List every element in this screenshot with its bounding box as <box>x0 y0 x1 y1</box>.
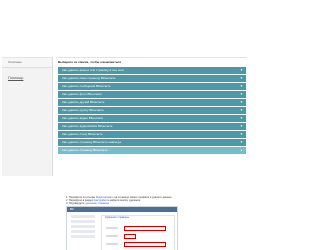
accordion-item-label: Как удалить вопрос или страницу в соц се… <box>62 68 124 72</box>
accordion-item-label: Как удалить сообщения ВКонтакте <box>62 84 111 88</box>
page-title: Выберите из списка, чтобы ознакомиться <box>56 57 247 67</box>
sidebar-header: Описание <box>2 58 52 68</box>
chevron-up-icon: ▲ <box>240 148 243 152</box>
chevron-down-icon: ▼ <box>240 84 243 88</box>
accordion-item[interactable]: Как удалить свою страницу ВКонтакте ▼ <box>58 75 246 82</box>
accordion-item-label: Как удалить страницу ВКонтакте <box>62 148 108 152</box>
screenshot-field-label <box>106 235 118 237</box>
screenshot-header: ВК <box>67 207 177 212</box>
chevron-down-icon: ▼ <box>240 108 243 112</box>
screenshot-field-row <box>106 226 170 231</box>
screenshot-sidebar-item <box>71 235 95 238</box>
screenshot-sidebar-item <box>71 230 95 233</box>
chevron-down-icon: ▼ <box>240 132 243 136</box>
chevron-down-icon: ▼ <box>240 68 243 72</box>
accordion-item[interactable]: Как удалить страницу ВКонтакте навсегда ▼ <box>58 139 246 146</box>
accordion-item[interactable]: Как удалить сообщения ВКонтакте ▼ <box>58 83 246 90</box>
screenshot-sidebar <box>71 215 95 240</box>
chevron-down-icon: ▼ <box>240 92 243 96</box>
screenshot-form-title: Удаление страницы <box>105 216 130 219</box>
screenshot-sidebar-item <box>71 215 95 218</box>
accordion-item[interactable]: Как удалить фото ВКонтакте ▼ <box>58 91 246 98</box>
accordion-item[interactable]: Как удалить стену ВКонтакте ▼ <box>58 131 246 138</box>
screenshot-field-row <box>106 234 170 239</box>
accordion-item[interactable]: Как удалить аудиозаписи ВКонтакте ▼ <box>58 123 246 130</box>
screenshot-highlighted-field <box>124 242 166 247</box>
screenshot-highlighted-field <box>124 226 166 231</box>
chevron-down-icon: ▼ <box>240 100 243 104</box>
accordion-item-label: Как удалить группу ВКонтакте <box>62 108 104 112</box>
accordion-item-label: Как удалить страницу ВКонтакте навсегда <box>62 140 121 144</box>
chevron-down-icon: ▼ <box>240 140 243 144</box>
instruction-link[interactable]: удаление страницы <box>85 202 109 205</box>
accordion-item[interactable]: Как удалить вопрос или страницу в соц се… <box>58 67 246 74</box>
main-content: Выберите из списка, чтобы ознакомиться К… <box>56 57 247 250</box>
accordion-item-label: Как удалить фото ВКонтакте <box>62 92 102 96</box>
instruction-line: 3. Подтвердите удаление страницы <box>58 202 246 205</box>
accordion-item-active[interactable]: Как удалить страницу ВКонтакте ▲ <box>58 147 246 154</box>
accordion-item-label: Как удалить свою страницу ВКонтакте <box>62 76 116 80</box>
chevron-down-icon: ▼ <box>240 76 243 80</box>
sidebar: Описание Помощь <box>2 57 53 176</box>
screenshot-sidebar-item <box>71 220 95 223</box>
accordion-item[interactable]: Как удалить видео ВКонтакте ▼ <box>58 115 246 122</box>
accordion-item-label: Как удалить стену ВКонтакте <box>62 132 103 136</box>
accordion-item-label: Как удалить друзей ВКонтакте <box>62 100 105 104</box>
accordion-item-label: Как удалить аудиозаписи ВКонтакте <box>62 124 113 128</box>
accordion-item-label: Как удалить видео ВКонтакте <box>62 116 104 120</box>
chevron-down-icon: ▼ <box>240 116 243 120</box>
example-screenshot: ВК Удаление страницы <box>66 206 178 250</box>
instruction-text: и найдите кнопку удаления <box>106 199 141 202</box>
sidebar-link-help[interactable]: Помощь <box>8 75 52 80</box>
screenshot-sidebar-item <box>71 225 95 228</box>
screenshot-field-label <box>106 227 118 229</box>
screenshot-field-label <box>106 243 118 245</box>
chevron-down-icon: ▼ <box>240 124 243 128</box>
page: Описание Помощь Выберите из списка, чтоб… <box>0 0 250 250</box>
screenshot-highlighted-field <box>124 234 136 239</box>
screenshot-field-row <box>106 242 170 247</box>
instruction-text: 3. Подтвердите <box>66 202 86 205</box>
accordion-panel: 1. Перейдите по ссылке Редактировать на … <box>58 196 246 250</box>
screenshot-form: Удаление страницы <box>101 215 175 250</box>
accordion-list: Как удалить вопрос или страницу в соц се… <box>58 67 246 155</box>
accordion-item[interactable]: Как удалить друзей ВКонтакте ▼ <box>58 99 246 106</box>
accordion-item[interactable]: Как удалить группу ВКонтакте ▼ <box>58 107 246 114</box>
